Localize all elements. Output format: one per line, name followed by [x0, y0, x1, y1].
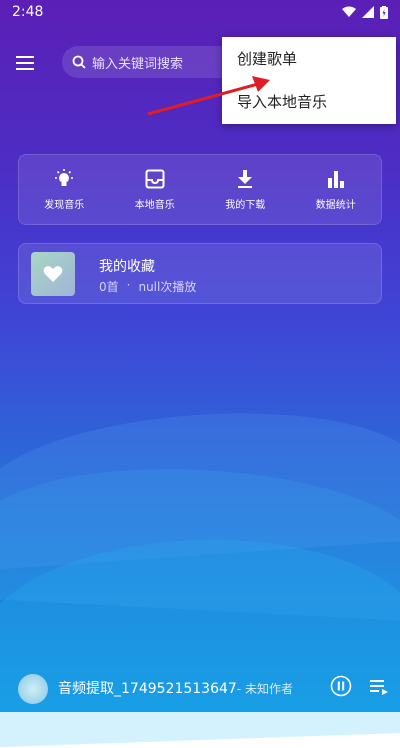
search-placeholder: 输入关键词搜索 [92, 56, 184, 72]
status-icons [342, 5, 388, 19]
album-art[interactable] [18, 674, 48, 704]
annotation-arrow [147, 76, 270, 116]
pause-button-icon[interactable] [330, 675, 352, 697]
song-title: 音频提取_1749521513647 [58, 681, 237, 697]
quick-actions-card: 发现音乐 本地音乐 我的下载 数据统计 [18, 154, 382, 225]
quick-action-label: 我的下载 [225, 200, 266, 211]
quick-action-discover-music[interactable]: 发现音乐 [19, 155, 110, 224]
favorites-playlist[interactable]: 我的收藏 0首 · null次播放 [18, 243, 382, 304]
now-playing-text[interactable]: 音频提取_1749521513647- 未知作者 [58, 678, 293, 698]
quick-action-my-downloads[interactable]: 我的下载 [200, 155, 291, 224]
wifi-icon [342, 6, 356, 17]
quick-action-label: 发现音乐 [44, 200, 85, 211]
status-bar: 2:48 [0, 0, 400, 24]
quick-action-label: 本地音乐 [134, 200, 175, 211]
favorites-plays: null次播放 [138, 280, 197, 294]
heart-icon [43, 266, 63, 282]
playlist-queue-icon[interactable] [370, 678, 388, 696]
favorites-title: 我的收藏 [99, 259, 155, 275]
separator-dot: · [126, 278, 131, 292]
inbox-icon [145, 169, 165, 189]
quick-action-label: 数据统计 [315, 200, 356, 211]
download-icon [238, 170, 253, 188]
bulb-icon [55, 169, 74, 186]
battery-icon [380, 5, 388, 19]
favorites-count: 0首 [99, 280, 119, 294]
mini-player[interactable]: 音频提取_1749521513647- 未知作者 [0, 664, 400, 712]
bar-chart-icon [327, 171, 344, 188]
signal-icon [362, 6, 374, 18]
search-icon [72, 55, 86, 69]
favorites-cover [31, 252, 75, 296]
favorites-meta: 0首 · null次播放 [99, 278, 196, 295]
song-artist: - 未知作者 [236, 682, 293, 696]
quick-action-local-music[interactable]: 本地音乐 [110, 155, 201, 224]
quick-action-statistics[interactable]: 数据统计 [291, 155, 382, 224]
status-time: 2:48 [12, 4, 44, 20]
hamburger-menu-icon[interactable] [14, 52, 36, 74]
